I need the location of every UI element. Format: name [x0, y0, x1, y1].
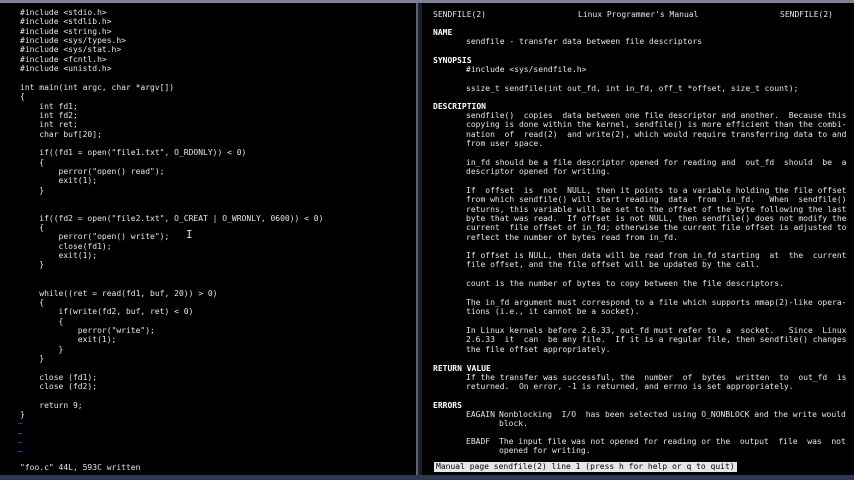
code-line: } — [20, 353, 45, 363]
code-line: char buf[20]; — [20, 129, 102, 139]
code-line: #include <unistd.h> — [20, 64, 112, 74]
code-line: perror("open() write"); — [20, 232, 170, 242]
description-line: If offset is not NULL, then it points to… — [466, 186, 847, 195]
empty-line-tilde: ~ — [18, 438, 23, 448]
description-line: from user space. — [466, 138, 544, 148]
synopsis-prototype: ssize_t sendfile(int out_fd, int in_fd, … — [466, 84, 799, 93]
code-line: { — [20, 316, 64, 326]
code-line: int fd2; — [20, 110, 78, 120]
code-line: if(write(fd2, buf, ret) < 0) — [20, 307, 194, 317]
description-line: reflect the number of bytes read from in… — [466, 232, 678, 242]
code-line: #include <sys/stat.h> — [20, 45, 122, 55]
code-line: { — [20, 157, 45, 167]
code-line: #include <stdlib.h> — [20, 17, 112, 27]
return-value-heading: RETURN VALUE — [433, 364, 491, 373]
code-line: exit(1); — [20, 251, 98, 261]
name-heading: NAME — [433, 28, 453, 37]
description-line: current file offset of in_fd; otherwise … — [466, 223, 847, 233]
description-line: count is the number of bytes to copy bet… — [466, 279, 784, 288]
error-eagain-name: EAGAIN — [466, 410, 495, 419]
man-header-left: SENDFILE(2) — [433, 10, 486, 19]
pager-status-bar: Manual page sendfile(2) line 1 (press h … — [434, 462, 737, 472]
editor-status: "foo.c" 44L, 593C written — [20, 463, 141, 472]
code-line: close(fd1); — [20, 241, 112, 251]
description-line: from which sendfile() will start reading… — [466, 195, 847, 205]
description-line: sendfile() copies data between one file … — [466, 111, 847, 120]
synopsis-include: #include <sys/sendfile.h> — [466, 65, 587, 74]
description-line: nation of read(2) and write(2), which wo… — [466, 129, 847, 139]
description-heading: DESCRIPTION — [433, 102, 486, 111]
name-text: sendfile - transfer data between file de… — [466, 37, 703, 46]
code-line: } — [20, 185, 45, 195]
code-area[interactable]: #include <stdio.h> #include <stdlib.h> #in… — [20, 8, 415, 458]
code-line: perror("write"); — [20, 325, 155, 335]
error-ebadf-line: The input file was not opened for readin… — [499, 437, 846, 446]
code-line: } — [20, 260, 45, 270]
description-line: in_fd should be a file descriptor opened… — [466, 158, 847, 167]
code-line: { — [20, 92, 25, 102]
editor-pane[interactable]: #include <stdio.h> #include <stdlib.h> #in… — [0, 3, 418, 475]
empty-line-tilde: ~ — [18, 447, 23, 457]
description-line: byte that was read. If offset is not NUL… — [466, 213, 847, 223]
error-eagain-line: block. — [499, 419, 528, 429]
text-cursor-icon: I — [186, 228, 193, 241]
manpage-pane[interactable]: SENDFILE(2) Linux Programmer's Manual SE… — [422, 3, 854, 475]
code-line: while((ret = read(fd1, buf, 20)) > 0) — [20, 288, 218, 298]
description-line: tions (i.e., it cannot be a socket). — [466, 307, 640, 317]
desktop-background — [0, 475, 854, 480]
description-line: the file offset appropriately. — [466, 344, 611, 354]
code-line: int main(int argc, char *argv[]) — [20, 82, 175, 92]
description-line: In Linux kernels before 2.6.33, out_fd m… — [466, 326, 847, 335]
error-ebadf-line: opened for writing. — [499, 446, 591, 456]
description-line: If offset is NULL, then data will be rea… — [466, 251, 847, 260]
code-line: { — [20, 223, 45, 233]
code-line: exit(1); — [20, 335, 117, 345]
code-line: #include <stdio.h> — [20, 8, 107, 17]
code-line: if((fd2 = open("file2.txt", O_CREAT | O_… — [20, 213, 324, 223]
description-line: file offset, and the file offset will be… — [466, 260, 760, 270]
code-line: } — [20, 344, 64, 354]
code-line: int fd1; — [20, 101, 78, 111]
code-line: int ret; — [20, 120, 78, 130]
synopsis-heading: SYNOPSIS — [433, 56, 472, 65]
empty-line-tilde: ~ — [18, 419, 23, 429]
man-header-center: Linux Programmer's Manual — [578, 10, 699, 19]
empty-line-tilde: ~ — [18, 428, 23, 438]
man-header-right: SENDFILE(2) — [780, 10, 833, 19]
code-line: #include <fcntl.h> — [20, 54, 107, 64]
code-line: if((fd1 = open("file1.txt", O_RDONLY)) <… — [20, 148, 247, 158]
error-eagain-line: Nonblocking I/O has been selected using … — [499, 410, 846, 419]
description-line: copying is done within the kernel, sendf… — [466, 120, 847, 130]
code-line: } — [20, 410, 25, 420]
return-value-line: returned. On error, -1 is returned, and … — [466, 382, 794, 392]
code-line: return 9; — [20, 400, 83, 410]
code-line: #include <string.h> — [20, 26, 112, 36]
code-line: close (fd2); — [20, 382, 98, 391]
code-line: { — [20, 297, 45, 307]
errors-heading: ERRORS — [433, 401, 462, 410]
code-line: #include <sys/types.h> — [20, 36, 126, 46]
description-line: descriptor opened for writing. — [466, 167, 611, 177]
description-line: 2.6.33 it can be any file. If it is a re… — [466, 335, 847, 345]
code-line: perror("open() read"); — [20, 166, 165, 176]
return-value-line: If the transfer was successful, the numb… — [466, 373, 847, 382]
description-line: The in_fd argument must correspond to a … — [466, 298, 847, 307]
description-line: returns, this variable will be set to th… — [466, 204, 847, 214]
code-line: exit(1); — [20, 176, 98, 186]
error-ebadf-name: EBADF — [466, 437, 491, 446]
code-line: close (fd1); — [20, 372, 98, 382]
